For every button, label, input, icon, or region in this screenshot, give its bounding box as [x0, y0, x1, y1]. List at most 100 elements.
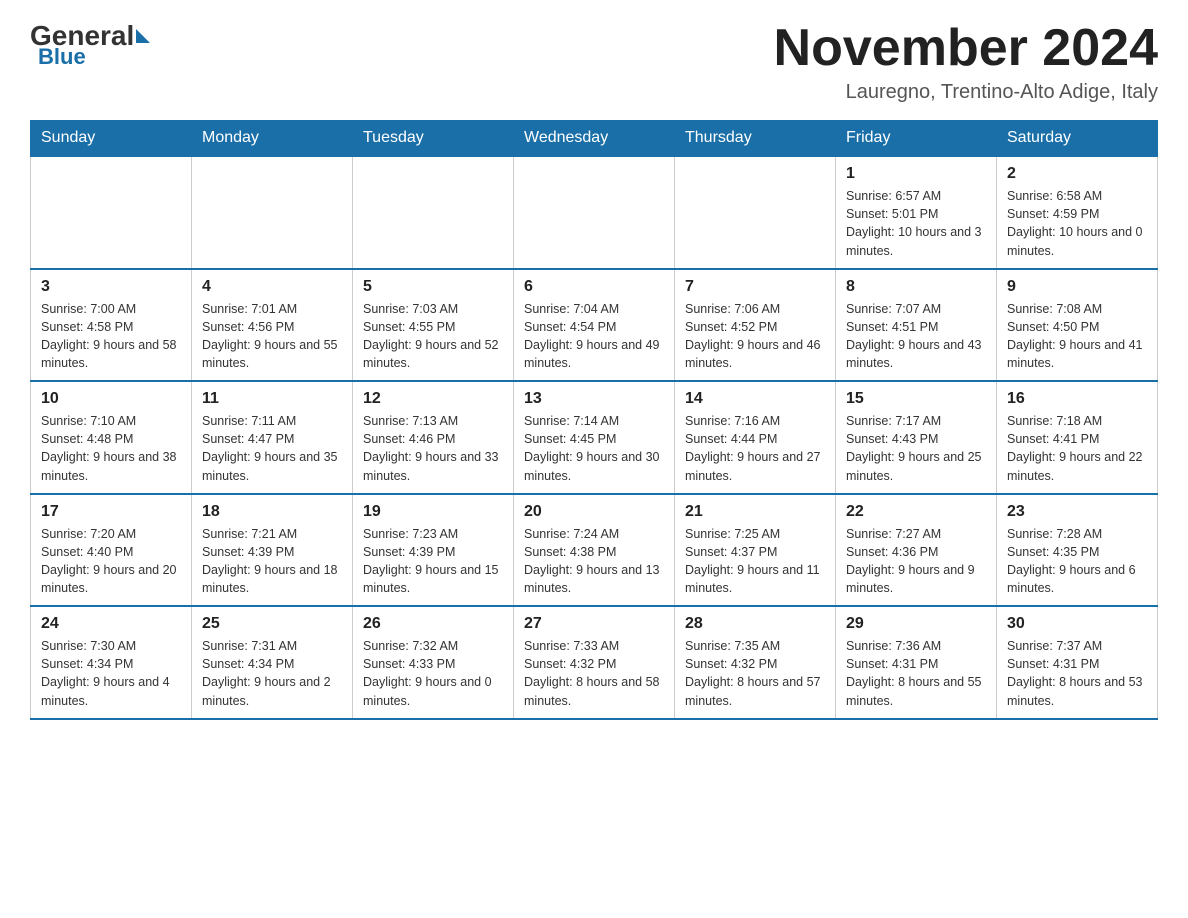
day-info: Sunrise: 7:25 AMSunset: 4:37 PMDaylight:…: [685, 525, 825, 598]
day-number: 8: [846, 278, 986, 296]
page-header: General Blue November 2024 Lauregno, Tre…: [30, 20, 1158, 104]
day-number: 12: [363, 390, 503, 408]
calendar-cell: 8 Sunrise: 7:07 AMSunset: 4:51 PMDaylight…: [836, 269, 997, 382]
day-info: Sunrise: 7:01 AMSunset: 4:56 PMDaylight:…: [202, 300, 342, 373]
day-number: 21: [685, 503, 825, 521]
day-number: 5: [363, 278, 503, 296]
day-number: 27: [524, 615, 664, 633]
day-info: Sunrise: 7:06 AMSunset: 4:52 PMDaylight:…: [685, 300, 825, 373]
day-number: 9: [1007, 278, 1147, 296]
day-info: Sunrise: 7:23 AMSunset: 4:39 PMDaylight:…: [363, 525, 503, 598]
col-saturday: Saturday: [997, 121, 1158, 157]
day-info: Sunrise: 7:08 AMSunset: 4:50 PMDaylight:…: [1007, 300, 1147, 373]
col-wednesday: Wednesday: [514, 121, 675, 157]
day-info: Sunrise: 7:30 AMSunset: 4:34 PMDaylight:…: [41, 637, 181, 710]
logo-triangle-icon: [136, 29, 150, 43]
calendar-cell: 30 Sunrise: 7:37 AMSunset: 4:31 PMDayligh…: [997, 606, 1158, 719]
calendar-cell: 22 Sunrise: 7:27 AMSunset: 4:36 PMDayligh…: [836, 494, 997, 607]
day-info: Sunrise: 7:31 AMSunset: 4:34 PMDaylight:…: [202, 637, 342, 710]
day-info: Sunrise: 7:04 AMSunset: 4:54 PMDaylight:…: [524, 300, 664, 373]
day-info: Sunrise: 7:03 AMSunset: 4:55 PMDaylight:…: [363, 300, 503, 373]
month-title: November 2024: [774, 20, 1158, 77]
calendar-cell: 21 Sunrise: 7:25 AMSunset: 4:37 PMDayligh…: [675, 494, 836, 607]
day-info: Sunrise: 7:18 AMSunset: 4:41 PMDaylight:…: [1007, 412, 1147, 485]
day-info: Sunrise: 6:58 AMSunset: 4:59 PMDaylight:…: [1007, 187, 1147, 260]
day-number: 29: [846, 615, 986, 633]
calendar-cell: 24Sunrise: 7:30 AMSunset: 4:34 PMDayligh…: [31, 606, 192, 719]
day-info: Sunrise: 7:20 AMSunset: 4:40 PMDaylight:…: [41, 525, 181, 598]
calendar-cell: 17 Sunrise: 7:20 AMSunset: 4:40 PMDayligh…: [31, 494, 192, 607]
day-info: Sunrise: 7:10 AMSunset: 4:48 PMDaylight:…: [41, 412, 181, 485]
calendar-cell: [31, 156, 192, 269]
calendar-cell: 14 Sunrise: 7:16 AMSunset: 4:44 PMDayligh…: [675, 381, 836, 494]
col-sunday: Sunday: [31, 121, 192, 157]
day-number: 18: [202, 503, 342, 521]
day-info: Sunrise: 7:24 AMSunset: 4:38 PMDaylight:…: [524, 525, 664, 598]
day-info: Sunrise: 7:11 AMSunset: 4:47 PMDaylight:…: [202, 412, 342, 485]
calendar-cell: 7 Sunrise: 7:06 AMSunset: 4:52 PMDaylight…: [675, 269, 836, 382]
calendar-cell: 26 Sunrise: 7:32 AMSunset: 4:33 PMDayligh…: [353, 606, 514, 719]
calendar-cell: [192, 156, 353, 269]
calendar-cell: 1 Sunrise: 6:57 AMSunset: 5:01 PMDaylight…: [836, 156, 997, 269]
day-number: 13: [524, 390, 664, 408]
col-monday: Monday: [192, 121, 353, 157]
calendar-cell: 16 Sunrise: 7:18 AMSunset: 4:41 PMDayligh…: [997, 381, 1158, 494]
calendar-cell: 25 Sunrise: 7:31 AMSunset: 4:34 PMDayligh…: [192, 606, 353, 719]
calendar-cell: 28Sunrise: 7:35 AMSunset: 4:32 PMDayligh…: [675, 606, 836, 719]
day-info: Sunrise: 7:17 AMSunset: 4:43 PMDaylight:…: [846, 412, 986, 485]
day-number: 16: [1007, 390, 1147, 408]
calendar-cell: 20Sunrise: 7:24 AMSunset: 4:38 PMDayligh…: [514, 494, 675, 607]
calendar-cell: 29Sunrise: 7:36 AMSunset: 4:31 PMDayligh…: [836, 606, 997, 719]
day-number: 6: [524, 278, 664, 296]
calendar-cell: 10Sunrise: 7:10 AMSunset: 4:48 PMDayligh…: [31, 381, 192, 494]
day-info: Sunrise: 7:14 AMSunset: 4:45 PMDaylight:…: [524, 412, 664, 485]
day-number: 7: [685, 278, 825, 296]
location-subtitle: Lauregno, Trentino-Alto Adige, Italy: [774, 81, 1158, 104]
calendar-week-5: 24Sunrise: 7:30 AMSunset: 4:34 PMDayligh…: [31, 606, 1158, 719]
calendar-cell: 2 Sunrise: 6:58 AMSunset: 4:59 PMDaylight…: [997, 156, 1158, 269]
calendar-cell: 11 Sunrise: 7:11 AMSunset: 4:47 PMDayligh…: [192, 381, 353, 494]
day-number: 25: [202, 615, 342, 633]
calendar-cell: 6 Sunrise: 7:04 AMSunset: 4:54 PMDaylight…: [514, 269, 675, 382]
calendar-cell: 15 Sunrise: 7:17 AMSunset: 4:43 PMDayligh…: [836, 381, 997, 494]
day-info: Sunrise: 7:32 AMSunset: 4:33 PMDaylight:…: [363, 637, 503, 710]
day-info: Sunrise: 7:28 AMSunset: 4:35 PMDaylight:…: [1007, 525, 1147, 598]
day-number: 2: [1007, 165, 1147, 183]
day-number: 26: [363, 615, 503, 633]
calendar-cell: 5 Sunrise: 7:03 AMSunset: 4:55 PMDaylight…: [353, 269, 514, 382]
calendar-cell: [353, 156, 514, 269]
day-info: Sunrise: 7:21 AMSunset: 4:39 PMDaylight:…: [202, 525, 342, 598]
day-number: 14: [685, 390, 825, 408]
day-number: 28: [685, 615, 825, 633]
day-number: 17: [41, 503, 181, 521]
day-info: Sunrise: 7:16 AMSunset: 4:44 PMDaylight:…: [685, 412, 825, 485]
calendar-cell: [514, 156, 675, 269]
day-number: 22: [846, 503, 986, 521]
logo-blue-text: Blue: [38, 44, 86, 69]
day-info: Sunrise: 7:37 AMSunset: 4:31 PMDaylight:…: [1007, 637, 1147, 710]
calendar-cell: 9 Sunrise: 7:08 AMSunset: 4:50 PMDaylight…: [997, 269, 1158, 382]
day-number: 19: [363, 503, 503, 521]
day-info: Sunrise: 7:00 AMSunset: 4:58 PMDaylight:…: [41, 300, 181, 373]
day-info: Sunrise: 6:57 AMSunset: 5:01 PMDaylight:…: [846, 187, 986, 260]
day-info: Sunrise: 7:27 AMSunset: 4:36 PMDaylight:…: [846, 525, 986, 598]
day-number: 23: [1007, 503, 1147, 521]
calendar-cell: 12 Sunrise: 7:13 AMSunset: 4:46 PMDayligh…: [353, 381, 514, 494]
col-friday: Friday: [836, 121, 997, 157]
day-number: 30: [1007, 615, 1147, 633]
calendar-week-1: 1 Sunrise: 6:57 AMSunset: 5:01 PMDaylight…: [31, 156, 1158, 269]
day-number: 11: [202, 390, 342, 408]
calendar-cell: 23 Sunrise: 7:28 AMSunset: 4:35 PMDayligh…: [997, 494, 1158, 607]
day-number: 1: [846, 165, 986, 183]
day-info: Sunrise: 7:13 AMSunset: 4:46 PMDaylight:…: [363, 412, 503, 485]
calendar-cell: 19 Sunrise: 7:23 AMSunset: 4:39 PMDayligh…: [353, 494, 514, 607]
calendar-week-3: 10Sunrise: 7:10 AMSunset: 4:48 PMDayligh…: [31, 381, 1158, 494]
calendar-cell: 4Sunrise: 7:01 AMSunset: 4:56 PMDaylight…: [192, 269, 353, 382]
calendar-week-2: 3 Sunrise: 7:00 AMSunset: 4:58 PMDaylight…: [31, 269, 1158, 382]
calendar-table: Sunday Monday Tuesday Wednesday Thursday…: [30, 120, 1158, 720]
calendar-cell: 27Sunrise: 7:33 AMSunset: 4:32 PMDayligh…: [514, 606, 675, 719]
calendar-cell: [675, 156, 836, 269]
day-number: 15: [846, 390, 986, 408]
day-info: Sunrise: 7:07 AMSunset: 4:51 PMDaylight:…: [846, 300, 986, 373]
day-number: 3: [41, 278, 181, 296]
